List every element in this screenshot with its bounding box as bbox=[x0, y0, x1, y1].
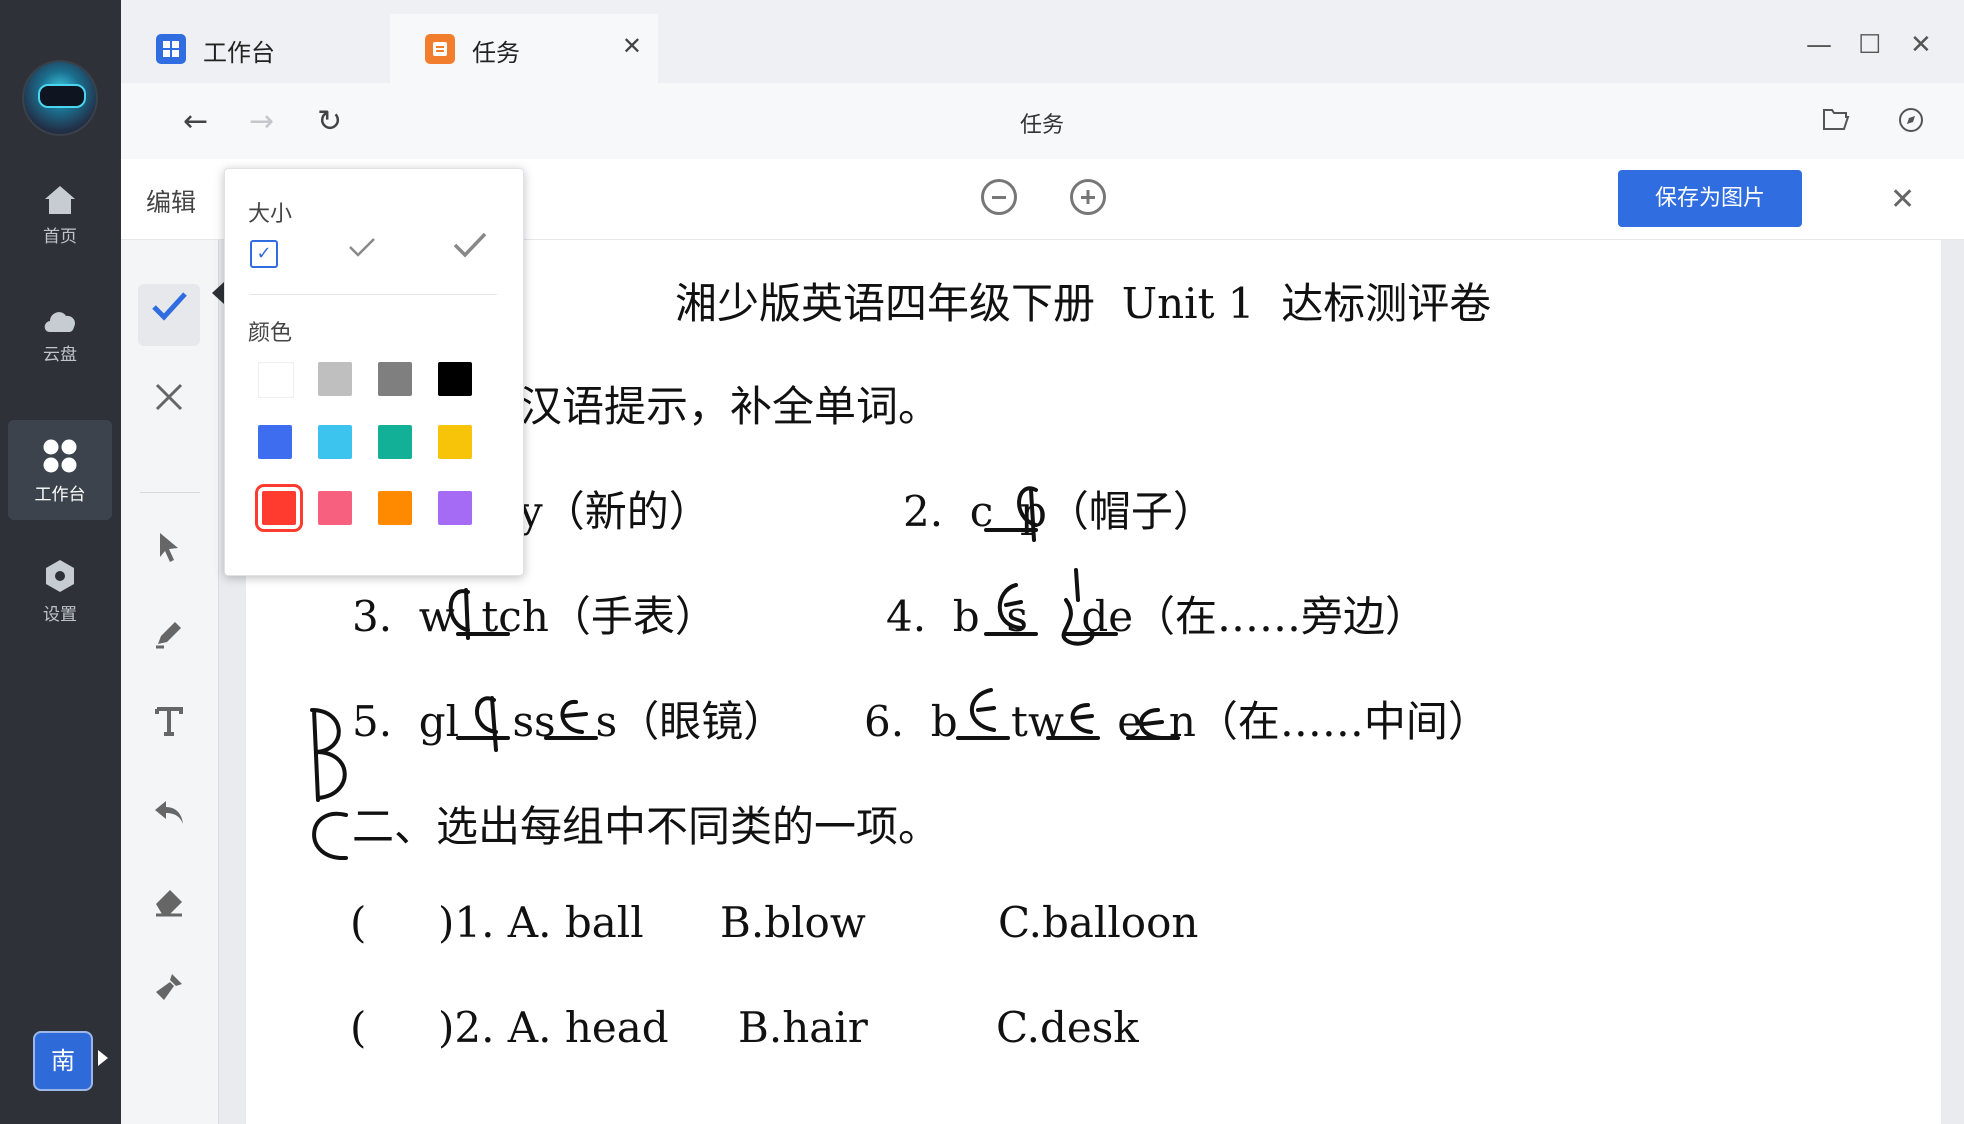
select-tool[interactable] bbox=[138, 522, 200, 584]
cross-icon bbox=[155, 383, 183, 411]
mc-question-1: )1. A. ball bbox=[438, 898, 644, 947]
task-app-icon bbox=[425, 34, 455, 64]
pen-tool[interactable] bbox=[138, 608, 200, 670]
tab-task[interactable]: 任务 ✕ bbox=[390, 14, 658, 83]
color-label: 颜色 bbox=[248, 321, 293, 346]
undo-icon bbox=[155, 801, 183, 824]
cross-tool[interactable] bbox=[138, 372, 200, 434]
minimize-icon[interactable]: — bbox=[1806, 30, 1832, 60]
color-swatch-orange[interactable] bbox=[378, 491, 412, 525]
mc-paren-open: ( bbox=[350, 1003, 367, 1052]
text-icon bbox=[155, 707, 183, 736]
maximize-icon[interactable]: ☐ bbox=[1858, 30, 1881, 60]
page-title: 任务 bbox=[1020, 113, 1065, 138]
popup-pointer bbox=[212, 282, 224, 304]
mc-paren-open: ( bbox=[350, 898, 367, 947]
cloud-icon bbox=[44, 312, 76, 332]
window-close-icon[interactable]: ✕ bbox=[1910, 30, 1932, 60]
mc-option-c: C.balloon bbox=[998, 898, 1199, 947]
size-option-medium[interactable] bbox=[347, 232, 377, 267]
workbench-app-icon bbox=[156, 34, 186, 64]
clear-tool[interactable] bbox=[138, 962, 200, 1024]
tool-divider bbox=[140, 492, 200, 493]
rail-item-label: 工作台 bbox=[34, 485, 86, 505]
zoom-out-icon[interactable] bbox=[981, 179, 1017, 215]
color-swatch-red[interactable] bbox=[255, 484, 303, 532]
folder-open-icon[interactable] bbox=[1822, 106, 1850, 136]
rail-item-label: 云盘 bbox=[43, 345, 77, 365]
mc-question-2: )2. A. head bbox=[438, 1003, 669, 1052]
mc-option-b: B.blow bbox=[720, 898, 866, 947]
edit-label: 编辑 bbox=[146, 188, 197, 217]
mc-option-b: B.hair bbox=[738, 1003, 868, 1052]
home-icon bbox=[45, 186, 75, 214]
broom-icon bbox=[156, 974, 182, 1000]
user-badge[interactable]: 南 bbox=[33, 1031, 93, 1091]
zoom-in-icon[interactable] bbox=[1070, 179, 1106, 215]
color-swatch-purple[interactable] bbox=[438, 491, 472, 525]
forward-icon[interactable]: → bbox=[249, 104, 274, 139]
rail-item-cloud[interactable]: 云盘 bbox=[8, 286, 112, 386]
color-swatch-yellow[interactable] bbox=[438, 425, 472, 459]
popup-divider bbox=[249, 294, 497, 295]
tab-workbench[interactable]: 工作台 bbox=[121, 14, 389, 83]
doc-item-6: 6. b tw e n（在……中间） bbox=[864, 697, 1490, 746]
mc-option-c: C.desk bbox=[996, 1003, 1139, 1052]
refresh-icon[interactable]: ↻ bbox=[317, 104, 342, 139]
color-swatch-gray[interactable] bbox=[378, 362, 412, 396]
compass-icon[interactable] bbox=[1898, 107, 1924, 137]
rail-item-label: 设置 bbox=[43, 605, 77, 625]
checkmark-tool[interactable] bbox=[138, 284, 200, 346]
rail-item-label: 首页 bbox=[43, 227, 77, 247]
avatar[interactable] bbox=[24, 62, 96, 134]
tab-label: 任务 bbox=[472, 39, 520, 67]
back-icon[interactable]: ← bbox=[183, 104, 208, 139]
close-tab-icon[interactable]: ✕ bbox=[622, 32, 642, 60]
pen-icon bbox=[156, 622, 181, 649]
color-swatch-pink[interactable] bbox=[318, 491, 352, 525]
doc-item-4: 4. b s de（在……旁边） bbox=[886, 592, 1428, 641]
size-option-large[interactable] bbox=[452, 230, 488, 268]
grid-icon bbox=[43, 439, 77, 473]
settings-hex-icon bbox=[46, 560, 74, 592]
color-swatch-cyan[interactable] bbox=[318, 425, 352, 459]
close-edit-icon[interactable]: ✕ bbox=[1890, 182, 1915, 217]
doc-section-2: 二、选出每组中不同类的一项。 bbox=[352, 802, 941, 851]
rail-item-home[interactable]: 首页 bbox=[8, 166, 112, 266]
color-swatch-blue[interactable] bbox=[258, 425, 292, 459]
undo-tool[interactable] bbox=[138, 786, 200, 848]
eraser-icon bbox=[156, 890, 182, 917]
color-swatch-black[interactable] bbox=[438, 362, 472, 396]
doc-title: 湘少版英语四年级下册 Unit 1 达标测评卷 bbox=[675, 279, 1492, 328]
color-swatch-teal[interactable] bbox=[378, 425, 412, 459]
doc-section-1: 据汉语提示，补全单词。 bbox=[478, 382, 941, 431]
doc-item-5: 5. gl ss s（眼镜） bbox=[352, 697, 786, 746]
check-icon bbox=[152, 292, 187, 321]
color-swatch-white[interactable] bbox=[258, 362, 294, 398]
color-swatch-lightgray[interactable] bbox=[318, 362, 352, 396]
pointer-icon bbox=[160, 533, 178, 562]
rail-item-settings[interactable]: 设置 bbox=[8, 540, 112, 640]
text-tool[interactable] bbox=[138, 696, 200, 758]
tab-label: 工作台 bbox=[203, 39, 275, 67]
size-label: 大小 bbox=[248, 202, 293, 227]
rail-item-workbench[interactable]: 工作台 bbox=[8, 420, 112, 520]
size-option-small[interactable]: ✓ bbox=[250, 240, 278, 268]
doc-item-2: 2. c p（帽子） bbox=[903, 487, 1215, 536]
doc-item-1: y（新的） bbox=[519, 487, 711, 536]
save-as-image-button[interactable]: 保存为图片 bbox=[1618, 170, 1802, 227]
expand-arrow-icon[interactable] bbox=[98, 1050, 108, 1066]
doc-item-3: 3. w tch（手表） bbox=[352, 592, 717, 641]
eraser-tool[interactable] bbox=[138, 876, 200, 938]
